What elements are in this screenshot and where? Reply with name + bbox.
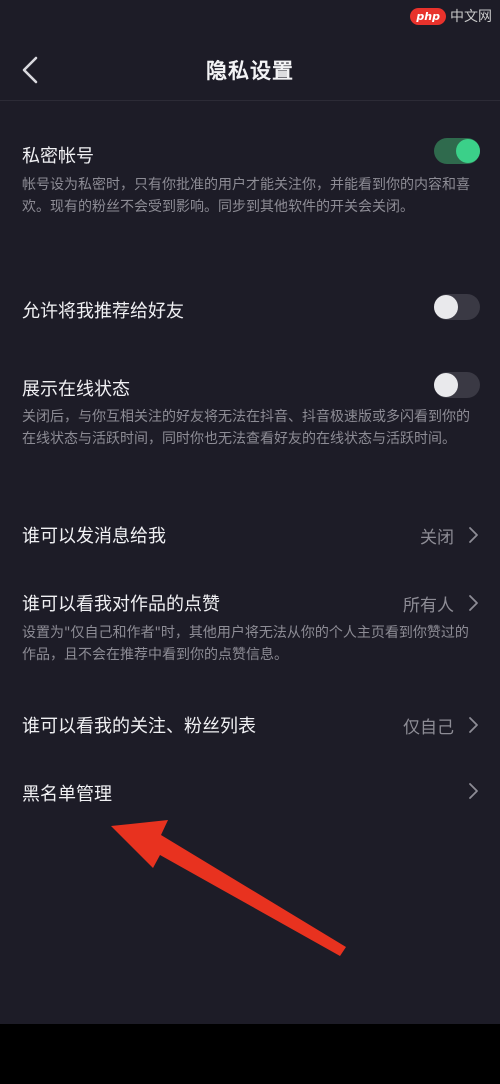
annotation-arrow-icon	[111, 820, 346, 956]
bottom-bar	[0, 1024, 500, 1084]
